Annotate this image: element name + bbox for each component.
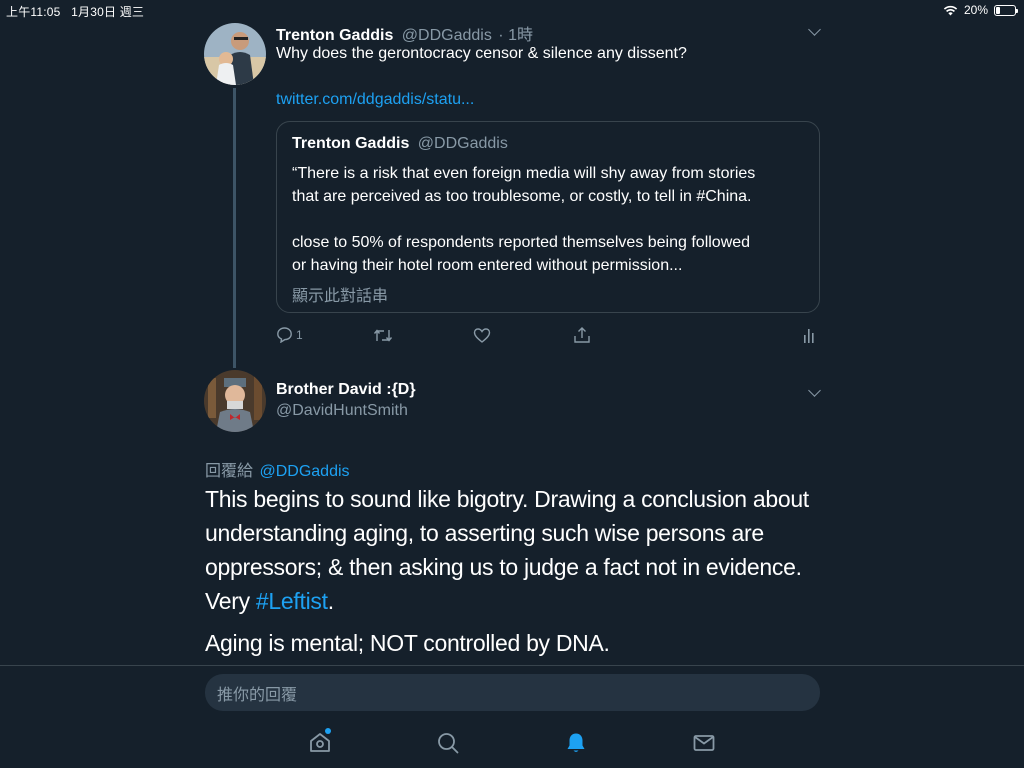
quote-line: that are perceived as too troublesome, o… [292, 188, 752, 205]
status-bar: 上午11:05 1月30日 週三 20% [0, 0, 1024, 20]
tweet-actions: 1 [276, 326, 820, 346]
chevron-down-icon[interactable] [808, 23, 821, 36]
chevron-down-icon[interactable] [808, 384, 821, 397]
avatar-trenton-gaddis[interactable] [204, 23, 266, 85]
share-icon[interactable] [573, 326, 591, 344]
reply-to-line: 回覆給 @DDGaddis [205, 457, 350, 481]
tweet-2-text-suffix: . [327, 588, 334, 614]
reply-count: 1 [296, 327, 303, 342]
avatar-brother-david[interactable] [204, 370, 266, 432]
tweet-2-line: understanding aging, to asserting such w… [205, 520, 764, 546]
quote-body: “There is a risk that even foreign media… [292, 162, 755, 277]
retweet-icon[interactable] [373, 327, 393, 344]
battery-fill [996, 6, 1000, 14]
status-time-date: 上午11:05 1月30日 週三 [6, 5, 145, 19]
hashtag-leftist[interactable]: #Leftist [256, 588, 328, 614]
tweet-time: · 1時 [498, 27, 533, 44]
battery-icon [994, 4, 1018, 16]
analytics-icon[interactable] [803, 328, 817, 344]
tweet-author-name[interactable]: Brother David :{D} [276, 381, 416, 399]
like-icon[interactable] [473, 327, 491, 344]
quote-author-name: Trenton Gaddis [292, 135, 410, 152]
quote-line: or having their hotel room entered witho… [292, 257, 683, 274]
reply-composer-input[interactable]: 推你的回覆 [205, 674, 820, 711]
tweet-2-body: This begins to sound like bigotry. Drawi… [205, 482, 809, 660]
tweet-2-line: This begins to sound like bigotry. Drawi… [205, 486, 809, 512]
tweet-2-line: Very #Leftist. [205, 584, 809, 618]
tweet-author-handle: @DDGaddis [401, 27, 492, 44]
tweet-1-text: Why does the gerontocracy censor & silen… [276, 45, 687, 62]
reply-icon [277, 327, 292, 343]
tweet-2-line: oppressors; & then asking us to judge a … [205, 554, 802, 580]
thread-line [233, 88, 236, 368]
quoted-tweet-card[interactable]: Trenton Gaddis @DDGaddis “There is a ris… [276, 121, 820, 313]
quote-author-handle: @DDGaddis [417, 135, 508, 152]
tweet-2-line: Aging is mental; NOT controlled by DNA. [205, 630, 610, 656]
reply-composer-placeholder: 推你的回覆 [217, 686, 298, 704]
quote-line: close to 50% of respondents reported the… [292, 234, 751, 251]
search-icon[interactable] [436, 731, 460, 755]
status-indicators: 20% [943, 3, 1018, 17]
battery-percent: 20% [963, 3, 988, 17]
messages-icon[interactable] [692, 731, 716, 755]
reply-to-handle[interactable]: @DDGaddis [259, 463, 349, 480]
quote-header: Trenton Gaddis @DDGaddis [292, 135, 508, 153]
reply-button[interactable]: 1 [276, 326, 303, 343]
tweet-author-handle: @DavidHuntSmith [276, 402, 408, 419]
quote-line: “There is a risk that even foreign media… [292, 165, 756, 182]
tweet-2-text-prefix: Very [205, 588, 256, 614]
tweet-author-name[interactable]: Trenton Gaddis [276, 27, 393, 44]
tweet-1-header: Trenton Gaddis @DDGaddis · 1時 [276, 21, 533, 45]
tweet-1-link[interactable]: twitter.com/ddgaddis/statu... [276, 91, 474, 109]
home-notification-dot [325, 728, 331, 734]
show-thread-link[interactable]: 顯示此對話串 [292, 282, 388, 306]
wifi-icon [943, 5, 958, 15]
notifications-icon[interactable] [564, 731, 588, 755]
reply-to-label: 回覆給 [205, 463, 254, 480]
